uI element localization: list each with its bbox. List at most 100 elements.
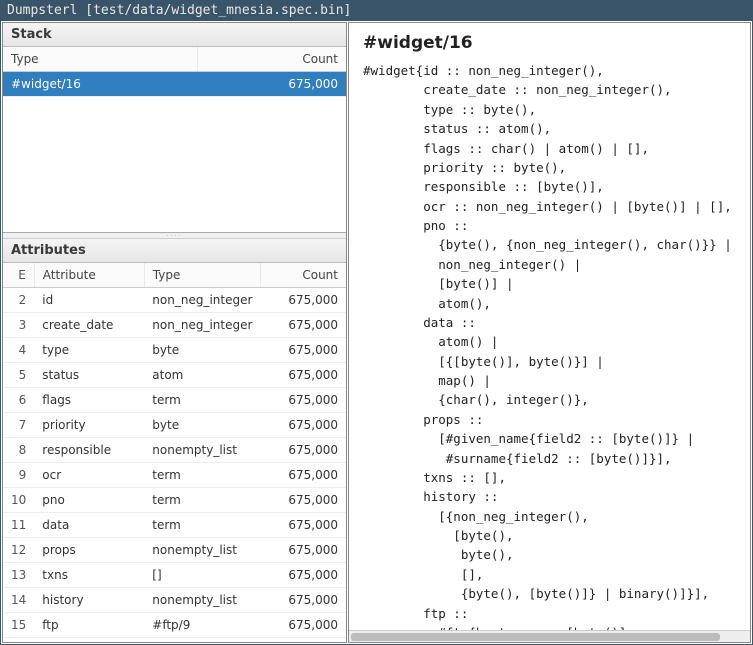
attr-cell-name: status: [34, 363, 144, 388]
stack-row[interactable]: #widget/16675,000: [3, 72, 346, 97]
attr-cell-name: priority: [34, 413, 144, 438]
attributes-panel: Attributes E Attribute Type Count 2idnon…: [3, 239, 346, 642]
attr-cell-count: 675,000: [260, 363, 346, 388]
detail-title: #widget/16: [349, 23, 750, 61]
attr-cell-name: data: [34, 513, 144, 538]
attribute-row[interactable]: 2idnon_neg_integer675,000: [3, 288, 346, 313]
attr-cell-count: 675,000: [260, 313, 346, 338]
detail-body[interactable]: #widget{id :: non_neg_integer(), create_…: [349, 61, 750, 630]
left-pane: Stack Type Count #widget/16675,000 ····: [2, 22, 347, 643]
attr-cell-name: type: [34, 338, 144, 363]
file-path: [test/data/widget_mnesia.spec.bin]: [85, 3, 351, 18]
attr-cell-type: []: [144, 563, 260, 588]
attr-cell-type: byte: [144, 413, 260, 438]
attr-cell-name: model_params: [34, 638, 144, 643]
attr-cell-type: term: [144, 488, 260, 513]
attribute-row[interactable]: 16model_paramsimproper_list675,000: [3, 638, 346, 643]
attr-cell-e: 3: [3, 313, 34, 338]
attr-cell-e: 16: [3, 638, 34, 643]
attr-cell-e: 11: [3, 513, 34, 538]
attr-cell-e: 15: [3, 613, 34, 638]
stack-cell-type: #widget/16: [3, 72, 197, 97]
stack-table: Type Count #widget/16675,000: [3, 47, 346, 97]
attr-cell-name: create_date: [34, 313, 144, 338]
attribute-row[interactable]: 10pnoterm675,000: [3, 488, 346, 513]
attr-cell-name: history: [34, 588, 144, 613]
attr-cell-type: nonempty_list: [144, 438, 260, 463]
attr-col-count[interactable]: Count: [260, 263, 346, 288]
attr-col-attribute[interactable]: Attribute: [34, 263, 144, 288]
attr-cell-name: pno: [34, 488, 144, 513]
attr-cell-e: 10: [3, 488, 34, 513]
attr-cell-count: 675,000: [260, 588, 346, 613]
attr-cell-name: id: [34, 288, 144, 313]
attr-cell-count: 675,000: [260, 538, 346, 563]
attr-cell-count: 675,000: [260, 463, 346, 488]
attr-cell-name: flags: [34, 388, 144, 413]
attribute-row[interactable]: 11dataterm675,000: [3, 513, 346, 538]
attr-cell-count: 675,000: [260, 413, 346, 438]
attr-cell-type: non_neg_integer: [144, 288, 260, 313]
attributes-table: E Attribute Type Count 2idnon_neg_intege…: [3, 263, 346, 642]
attr-cell-count: 675,000: [260, 563, 346, 588]
stack-title: Stack: [3, 23, 346, 47]
attr-cell-name: ftp: [34, 613, 144, 638]
attribute-row[interactable]: 9ocrterm675,000: [3, 463, 346, 488]
attr-cell-e: 5: [3, 363, 34, 388]
attr-cell-e: 12: [3, 538, 34, 563]
stack-cell-count: 675,000: [197, 72, 346, 97]
attr-cell-e: 13: [3, 563, 34, 588]
attr-cell-e: 9: [3, 463, 34, 488]
attribute-row[interactable]: 13txns[]675,000: [3, 563, 346, 588]
stack-col-type[interactable]: Type: [3, 47, 197, 72]
attr-col-e[interactable]: E: [3, 263, 34, 288]
attr-cell-count: 675,000: [260, 438, 346, 463]
attributes-table-wrap[interactable]: E Attribute Type Count 2idnon_neg_intege…: [3, 263, 346, 642]
attr-col-type[interactable]: Type: [144, 263, 260, 288]
attr-cell-count: 675,000: [260, 613, 346, 638]
scrollbar-thumb[interactable]: [351, 633, 720, 641]
attribute-row[interactable]: 15ftp#ftp/9675,000: [3, 613, 346, 638]
attr-cell-e: 4: [3, 338, 34, 363]
attr-cell-name: ocr: [34, 463, 144, 488]
detail-pane: #widget/16 #widget{id :: non_neg_integer…: [348, 22, 751, 643]
attribute-row[interactable]: 7prioritybyte675,000: [3, 413, 346, 438]
attr-cell-count: 675,000: [260, 488, 346, 513]
attr-cell-e: 8: [3, 438, 34, 463]
attribute-row[interactable]: 3create_datenon_neg_integer675,000: [3, 313, 346, 338]
horizontal-scrollbar[interactable]: [349, 630, 750, 642]
content: Stack Type Count #widget/16675,000 ····: [1, 21, 752, 644]
stack-table-wrap[interactable]: Type Count #widget/16675,000: [3, 47, 346, 232]
attr-cell-count: 675,000: [260, 288, 346, 313]
attr-cell-type: nonempty_list: [144, 538, 260, 563]
app-name: Dumpsterl: [7, 3, 77, 18]
titlebar: Dumpsterl [test/data/widget_mnesia.spec.…: [1, 1, 752, 21]
attribute-row[interactable]: 6flagsterm675,000: [3, 388, 346, 413]
attr-cell-e: 14: [3, 588, 34, 613]
attribute-row[interactable]: 4typebyte675,000: [3, 338, 346, 363]
attr-cell-e: 6: [3, 388, 34, 413]
stack-panel: Stack Type Count #widget/16675,000: [3, 23, 346, 233]
attr-cell-name: props: [34, 538, 144, 563]
attribute-row[interactable]: 5statusatom675,000: [3, 363, 346, 388]
attr-cell-e: 2: [3, 288, 34, 313]
attr-cell-name: txns: [34, 563, 144, 588]
attribute-row[interactable]: 14historynonempty_list675,000: [3, 588, 346, 613]
attr-cell-count: 675,000: [260, 338, 346, 363]
attr-cell-type: nonempty_list: [144, 588, 260, 613]
attr-cell-count: 675,000: [260, 513, 346, 538]
attr-cell-e: 7: [3, 413, 34, 438]
attr-cell-type: term: [144, 463, 260, 488]
attr-cell-count: 675,000: [260, 638, 346, 643]
attr-cell-count: 675,000: [260, 388, 346, 413]
attr-cell-type: byte: [144, 338, 260, 363]
attr-cell-type: term: [144, 388, 260, 413]
stack-col-count[interactable]: Count: [197, 47, 346, 72]
detail-spec: #widget{id :: non_neg_integer(), create_…: [363, 61, 750, 630]
attr-cell-type: atom: [144, 363, 260, 388]
attribute-row[interactable]: 8responsiblenonempty_list675,000: [3, 438, 346, 463]
attribute-row[interactable]: 12propsnonempty_list675,000: [3, 538, 346, 563]
attr-cell-type: term: [144, 513, 260, 538]
attr-cell-type: non_neg_integer: [144, 313, 260, 338]
attr-cell-type: improper_list: [144, 638, 260, 643]
